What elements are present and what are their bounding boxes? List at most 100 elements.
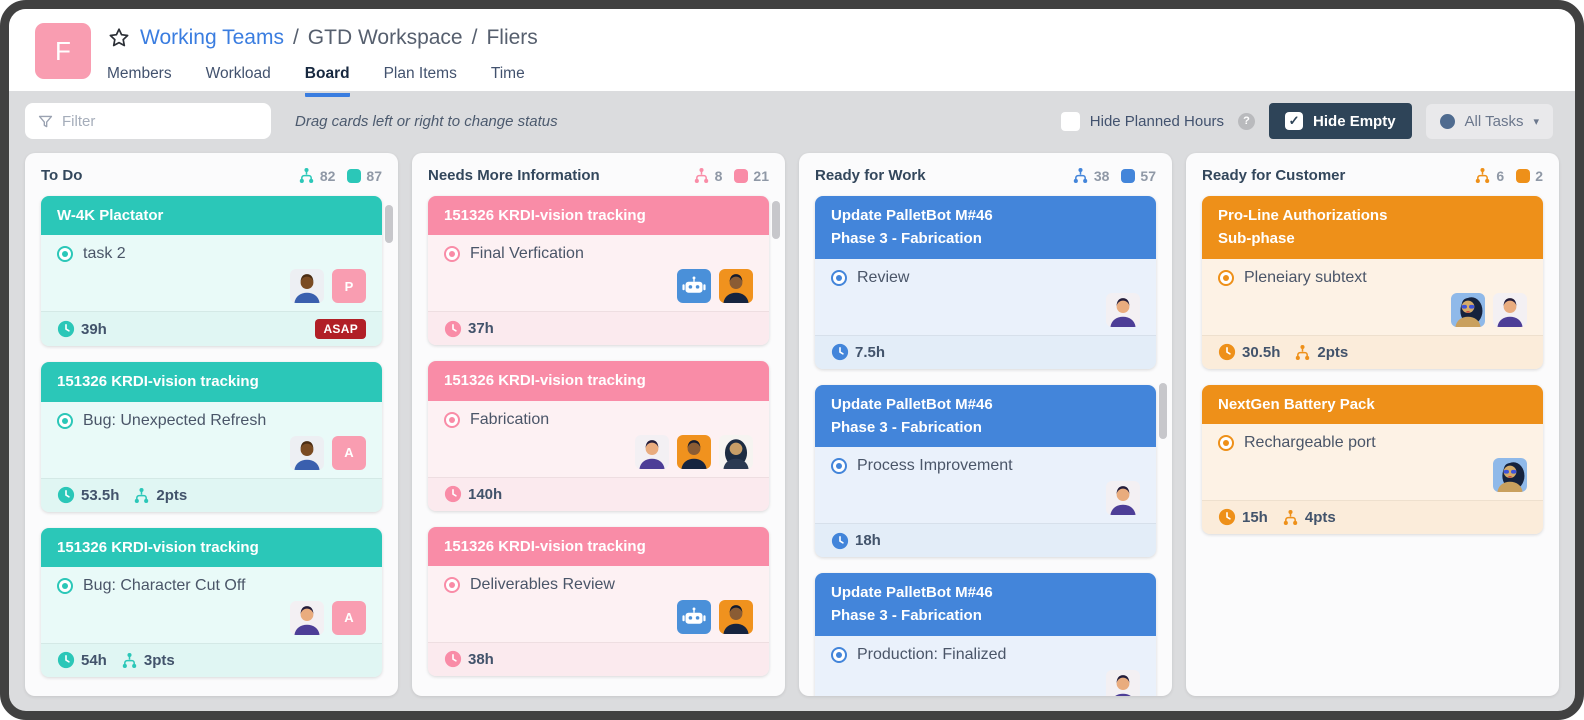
task-status-icon — [444, 246, 460, 262]
assignee-avatars: P — [57, 269, 366, 303]
card-project-header[interactable]: 151326 KRDI-vision tracking — [41, 528, 382, 567]
avatar-man-orange[interactable] — [677, 435, 711, 469]
card-project-title: 151326 KRDI-vision tracking — [57, 370, 366, 393]
avatar-woman-sunglasses[interactable] — [1493, 458, 1527, 492]
board-column-ready-for-customer: Ready for Customer 6 2 Pro-Line Authoriz… — [1186, 153, 1559, 696]
avatar-man-orange[interactable] — [719, 269, 753, 303]
planned-hours: 38h — [468, 651, 494, 668]
points-count-icon — [1072, 167, 1089, 184]
column-points-count: 6 — [1496, 168, 1504, 184]
card-project-header[interactable]: 151326 KRDI-vision tracking — [428, 527, 769, 566]
task-status-icon — [444, 412, 460, 428]
assignee-avatars: A — [57, 436, 366, 470]
points-icon — [121, 652, 138, 669]
assignee-avatars — [831, 293, 1140, 327]
task-status-icon — [831, 647, 847, 663]
avatar-woman-short-hair[interactable] — [1106, 481, 1140, 515]
breadcrumb-link-team[interactable]: Working Teams — [140, 26, 284, 50]
column-scrollbar[interactable] — [385, 205, 393, 243]
filter-input[interactable] — [62, 113, 259, 130]
column-scrollbar[interactable] — [772, 201, 780, 239]
planned-hours: 53.5h — [81, 487, 119, 504]
avatar-robot[interactable] — [677, 269, 711, 303]
task-card[interactable]: 151326 KRDI-vision tracking Fabrication — [428, 361, 769, 510]
task-card[interactable]: Update PalletBot M#46Phase 3 - Fabricati… — [815, 385, 1156, 558]
hide-planned-hours-toggle[interactable]: Hide Planned Hours — [1061, 112, 1224, 131]
task-title: Bug: Character Cut Off — [83, 577, 245, 595]
card-footer: 53.5h 2pts — [41, 478, 382, 512]
tab-members[interactable]: Members — [107, 65, 172, 97]
card-project-title: W-4K Plactator — [57, 204, 366, 227]
task-card[interactable]: Update PalletBot M#46Phase 3 - Fabricati… — [815, 196, 1156, 369]
card-project-title: 151326 KRDI-vision tracking — [444, 369, 753, 392]
task-card[interactable]: W-4K Plactator task 2 P 39h ASAP — [41, 196, 382, 346]
column-title: To Do — [41, 167, 82, 184]
card-project-title: NextGen Battery Pack — [1218, 393, 1527, 416]
priority-badge: ASAP — [315, 319, 366, 339]
avatar-woman-short-hair[interactable] — [635, 435, 669, 469]
avatar-woman-short-hair[interactable] — [1106, 670, 1140, 697]
card-project-header[interactable]: W-4K Plactator — [41, 196, 382, 235]
column-points-count: 82 — [320, 168, 336, 184]
card-body: Pleneiary subtext — [1202, 259, 1543, 335]
avatar-woman-long-hair[interactable] — [719, 435, 753, 469]
column-cards: 151326 KRDI-vision tracking Final Verfic… — [412, 194, 785, 696]
task-card[interactable]: 151326 KRDI-vision tracking Deliverables… — [428, 527, 769, 676]
task-status-icon — [831, 270, 847, 286]
column-scrollbar[interactable] — [1159, 383, 1167, 439]
avatar-woman-short-hair[interactable] — [1106, 293, 1140, 327]
task-title: Pleneiary subtext — [1244, 269, 1367, 287]
star-icon[interactable] — [107, 26, 131, 50]
workspace-logo[interactable]: F — [35, 23, 91, 79]
task-card[interactable]: 151326 KRDI-vision tracking Final Verfic… — [428, 196, 769, 345]
card-project-header[interactable]: Update PalletBot M#46Phase 3 - Fabricati… — [815, 196, 1156, 259]
board-toolbar: Drag cards left or right to change statu… — [9, 91, 1575, 151]
breadcrumb-workspace: GTD Workspace — [308, 26, 463, 50]
avatar-woman-short-hair[interactable] — [290, 601, 324, 635]
hide-empty-checkbox[interactable]: ✓ — [1285, 112, 1303, 130]
card-project-header[interactable]: Update PalletBot M#46Phase 3 - Fabricati… — [815, 573, 1156, 636]
avatar-woman-short-hair[interactable] — [1493, 293, 1527, 327]
card-project-header[interactable]: 151326 KRDI-vision tracking — [41, 362, 382, 401]
points-count-icon — [693, 167, 710, 184]
task-card[interactable]: 151326 KRDI-vision tracking Bug: Charact… — [41, 528, 382, 677]
help-icon[interactable]: ? — [1238, 113, 1255, 130]
task-card[interactable]: Update PalletBot M#46Phase 3 - Fabricati… — [815, 573, 1156, 696]
hide-empty-button[interactable]: ✓ Hide Empty — [1269, 103, 1412, 139]
avatar-woman-sunglasses[interactable] — [1451, 293, 1485, 327]
assignee-avatars: A — [57, 601, 366, 635]
task-card[interactable]: Pro-Line AuthorizationsSub-phase Pleneia… — [1202, 196, 1543, 369]
task-title: Fabrication — [470, 411, 549, 429]
card-project-header[interactable]: Update PalletBot M#46Phase 3 - Fabricati… — [815, 385, 1156, 448]
avatar-man-dark-suit[interactable] — [290, 269, 324, 303]
task-filter-dropdown[interactable]: All Tasks ▾ — [1426, 104, 1553, 139]
card-body: Final Verfication — [428, 235, 769, 311]
card-project-header[interactable]: Pro-Line AuthorizationsSub-phase — [1202, 196, 1543, 259]
column-points-count: 38 — [1094, 168, 1110, 184]
card-project-header[interactable]: NextGen Battery Pack — [1202, 385, 1543, 424]
planned-hours: 18h — [855, 532, 881, 549]
tab-plan-items[interactable]: Plan Items — [384, 65, 457, 97]
card-project-title: Pro-Line Authorizations — [1218, 204, 1527, 227]
card-project-header[interactable]: 151326 KRDI-vision tracking — [428, 361, 769, 400]
hide-planned-hours-label: Hide Planned Hours — [1090, 113, 1224, 130]
task-card[interactable]: 151326 KRDI-vision tracking Bug: Unexpec… — [41, 362, 382, 511]
avatar-initial[interactable]: A — [332, 436, 366, 470]
avatar-initial[interactable]: A — [332, 601, 366, 635]
card-body: Fabrication — [428, 401, 769, 477]
tab-board[interactable]: Board — [305, 65, 350, 97]
avatar-man-orange[interactable] — [719, 600, 753, 634]
breadcrumb-separator: / — [472, 26, 478, 50]
tab-workload[interactable]: Workload — [206, 65, 271, 97]
tab-time[interactable]: Time — [491, 65, 525, 97]
clock-icon — [57, 320, 75, 338]
hide-planned-hours-checkbox[interactable] — [1061, 112, 1080, 131]
avatar-man-dark-suit[interactable] — [290, 436, 324, 470]
planned-hours: 54h — [81, 652, 107, 669]
clock-icon — [57, 486, 75, 504]
avatar-initial[interactable]: P — [332, 269, 366, 303]
card-project-title: Phase 3 - Fabrication — [831, 604, 1140, 627]
avatar-robot[interactable] — [677, 600, 711, 634]
card-project-header[interactable]: 151326 KRDI-vision tracking — [428, 196, 769, 235]
task-card[interactable]: NextGen Battery Pack Rechargeable port 1… — [1202, 385, 1543, 534]
